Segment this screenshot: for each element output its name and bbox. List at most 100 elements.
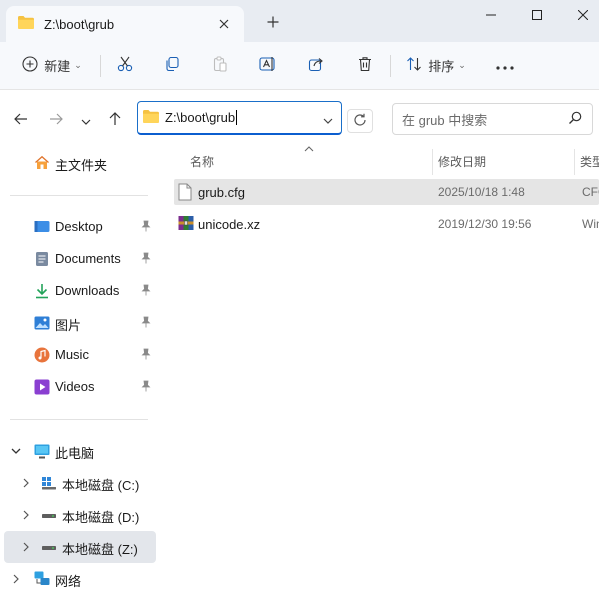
sidebar-item-label: 网络 — [55, 574, 82, 589]
column-header-date-modified[interactable]: 修改日期 — [438, 149, 486, 173]
file-icon — [178, 183, 194, 201]
tab-title: Z:\boot\grub — [44, 16, 115, 32]
copy-icon — [164, 56, 180, 75]
file-name: grub.cfg — [198, 185, 245, 200]
sidebar-item-label: Desktop — [55, 219, 103, 234]
desktop-icon — [34, 219, 50, 235]
sidebar-item-this-pc[interactable]: 此电脑 — [0, 435, 158, 467]
arrow-right-icon — [49, 113, 63, 128]
sidebar-item-drive-d[interactable]: 本地磁盘 (D:) — [0, 499, 158, 531]
computer-icon — [34, 443, 50, 459]
sidebar-item-label: Downloads — [55, 283, 120, 298]
chevron-right-icon[interactable] — [10, 573, 22, 585]
chevron-down-icon: ⌄ — [74, 59, 82, 70]
sidebar-item-desktop[interactable]: Desktop — [0, 211, 158, 243]
trash-icon — [357, 56, 373, 75]
sidebar-divider — [10, 419, 148, 420]
back-button[interactable] — [10, 109, 32, 131]
file-date: 2019/12/30 19:56 — [438, 217, 532, 231]
chevron-down-icon[interactable] — [10, 445, 22, 457]
more-icon — [496, 58, 514, 73]
sidebar-item-label: 主文件夹 — [55, 158, 108, 173]
sidebar-item-downloads[interactable]: Downloads — [0, 275, 158, 307]
maximize-button[interactable] — [514, 0, 560, 30]
navigation-pane: 主文件夹 Desktop Documents Downloads 图片 Musi… — [0, 149, 166, 613]
refresh-button[interactable] — [347, 109, 373, 133]
rename-icon — [259, 56, 277, 75]
forward-button[interactable] — [45, 109, 67, 131]
sidebar-item-network[interactable]: 网络 — [0, 563, 158, 595]
column-header-label: 修改日期 — [438, 154, 487, 169]
more-options-button[interactable] — [489, 50, 521, 80]
pin-icon[interactable] — [141, 316, 151, 331]
pin-icon[interactable] — [141, 348, 151, 363]
sidebar-item-label: 此电脑 — [55, 446, 95, 461]
delete-button[interactable] — [349, 50, 381, 80]
tab-current[interactable]: Z:\boot\grub — [6, 6, 244, 42]
drive-icon — [41, 539, 57, 555]
sidebar-item-label: Music — [55, 347, 89, 362]
toolbar-divider — [100, 55, 101, 77]
new-tab-button[interactable] — [262, 11, 284, 33]
close-tab-icon[interactable] — [214, 14, 234, 34]
address-path: Z:\boot\grub — [165, 110, 236, 125]
home-icon — [34, 155, 50, 171]
sort-button-label: 排序 — [428, 58, 455, 74]
pin-icon[interactable] — [141, 252, 151, 267]
file-name: unicode.xz — [198, 217, 261, 232]
drive-icon — [41, 507, 57, 523]
file-row[interactable]: grub.cfg 2025/10/18 1:48 CFG — [174, 179, 599, 205]
sort-button[interactable]: 排序 ⌄ — [400, 50, 472, 80]
recent-locations-button[interactable] — [75, 109, 97, 131]
cut-icon — [117, 56, 133, 75]
sidebar-item-drive-c[interactable]: 本地磁盘 (C:) — [0, 467, 158, 499]
chevron-right-icon[interactable] — [20, 509, 32, 521]
sort-icon — [406, 56, 422, 75]
copy-button[interactable] — [156, 50, 188, 80]
column-header-name[interactable]: 名称 — [190, 149, 214, 173]
search-box[interactable]: 在 grub 中搜索 — [392, 103, 593, 135]
address-row: Z:\boot\grub 在 grub 中搜索 — [0, 91, 599, 149]
chevron-right-icon[interactable] — [20, 477, 32, 489]
file-date: 2025/10/18 1:48 — [438, 185, 525, 199]
toolbar-divider — [390, 55, 391, 77]
close-window-button[interactable] — [560, 0, 599, 30]
windows-drive-icon — [41, 475, 57, 491]
arrow-left-icon — [14, 113, 28, 128]
minimize-button[interactable] — [468, 0, 514, 30]
sidebar-item-label: 图片 — [55, 318, 82, 333]
sidebar-item-documents[interactable]: Documents — [0, 243, 158, 275]
new-button[interactable]: 新建 ⌄ — [14, 50, 90, 80]
column-header-type[interactable]: 类型 — [580, 149, 599, 173]
share-icon — [308, 56, 324, 75]
pin-icon[interactable] — [141, 220, 151, 235]
column-divider[interactable] — [432, 149, 433, 175]
title-bar: Z:\boot\grub — [0, 0, 599, 42]
arrow-up-icon — [109, 111, 121, 129]
up-button[interactable] — [104, 109, 126, 131]
chevron-down-icon[interactable] — [323, 112, 333, 127]
share-button[interactable] — [300, 50, 332, 80]
sidebar-divider — [10, 195, 148, 196]
sidebar-item-drive-z[interactable]: 本地磁盘 (Z:) — [4, 531, 156, 563]
sidebar-item-pictures[interactable]: 图片 — [0, 307, 158, 339]
sidebar-item-videos[interactable]: Videos — [0, 371, 158, 403]
new-button-label: 新建 — [44, 58, 71, 74]
rename-button[interactable] — [252, 50, 284, 80]
pin-icon[interactable] — [141, 380, 151, 395]
pin-icon[interactable] — [141, 284, 151, 299]
sidebar-item-music[interactable]: Music — [0, 339, 158, 371]
sidebar-item-home[interactable]: 主文件夹 — [0, 147, 158, 179]
music-icon — [34, 347, 50, 363]
chevron-right-icon[interactable] — [20, 541, 32, 553]
command-bar: 新建 ⌄ 排序 ⌄ — [0, 42, 599, 90]
add-icon — [22, 55, 38, 75]
address-bar[interactable]: Z:\boot\grub — [137, 101, 342, 135]
cut-button[interactable] — [109, 50, 141, 80]
text-cursor — [236, 110, 238, 125]
search-icon[interactable] — [568, 111, 582, 128]
file-row[interactable]: unicode.xz 2019/12/30 19:56 Win — [174, 211, 599, 237]
refresh-icon — [353, 113, 367, 130]
paste-button[interactable] — [204, 50, 236, 80]
column-divider[interactable] — [574, 149, 575, 175]
